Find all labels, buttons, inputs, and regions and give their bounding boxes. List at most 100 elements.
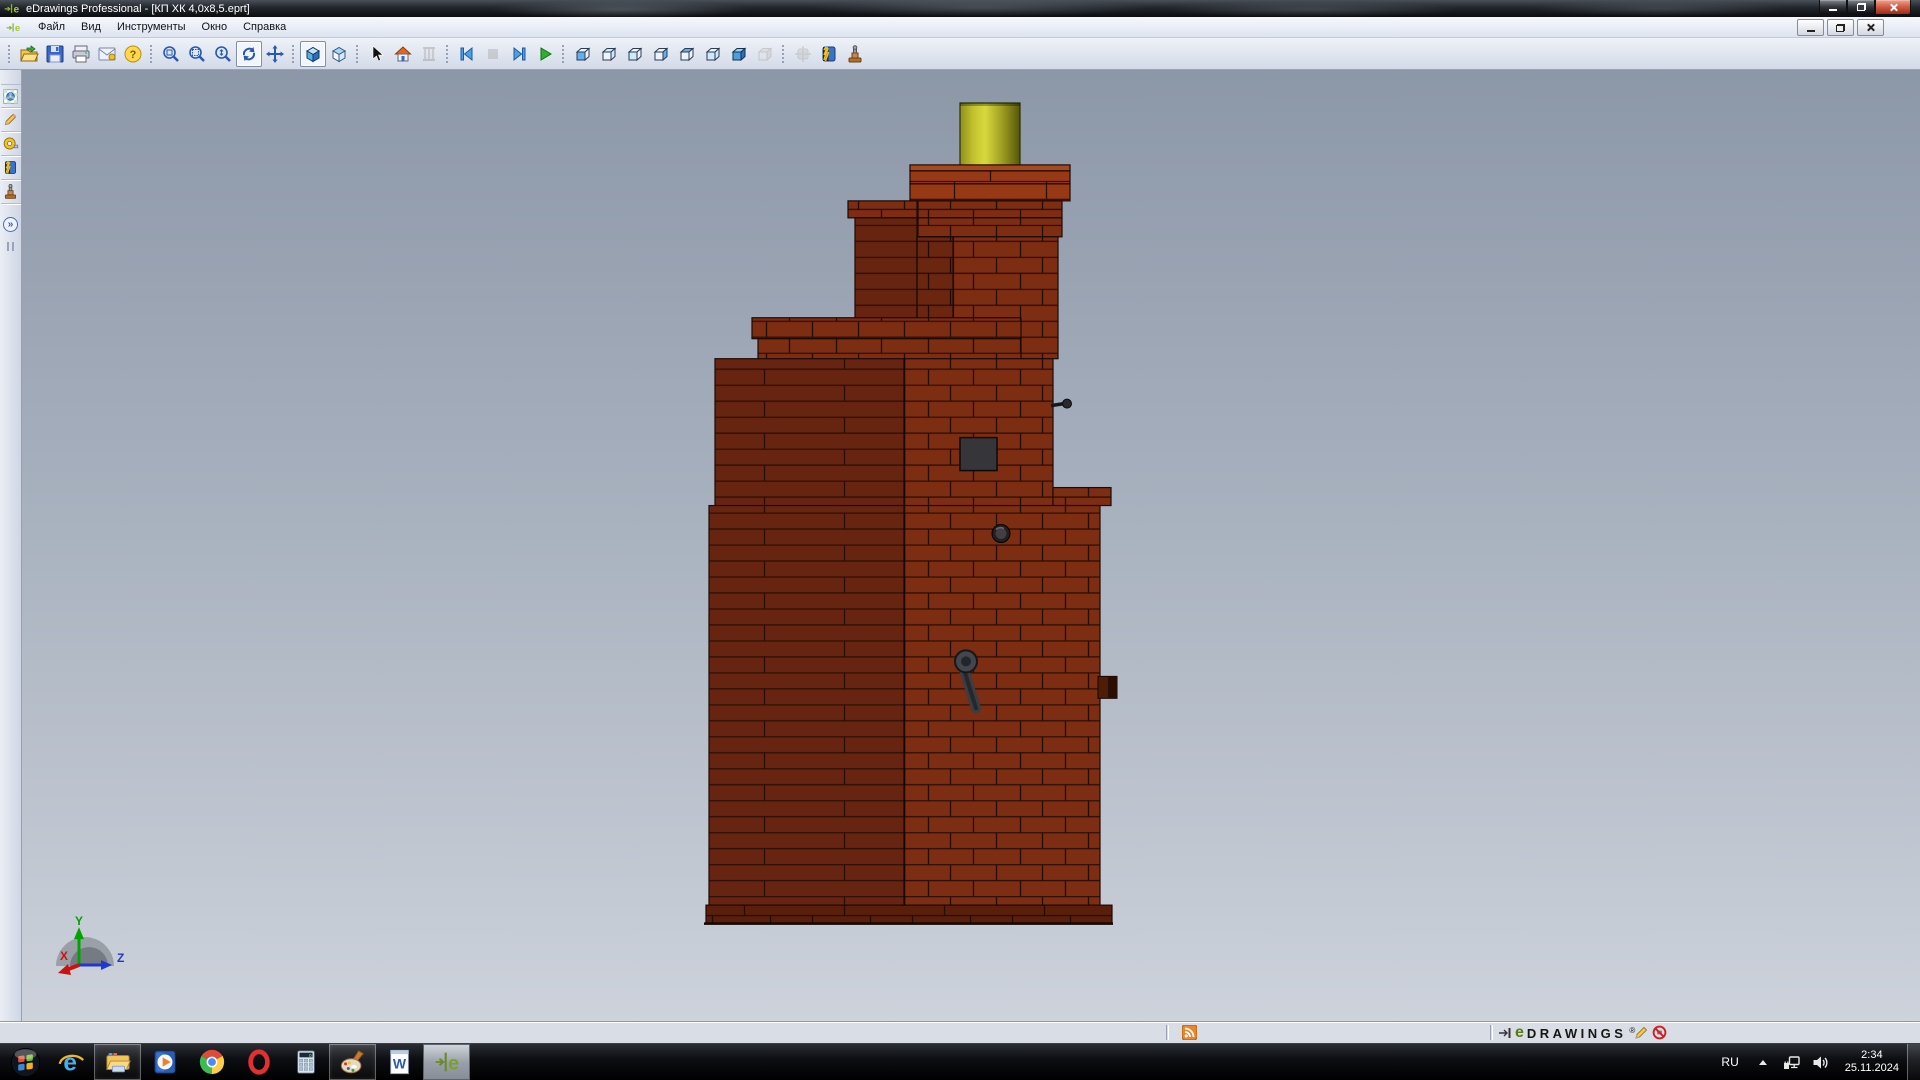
next-icon <box>509 44 529 64</box>
move-component-icon <box>793 44 813 64</box>
next-view-button[interactable] <box>506 41 532 67</box>
close-icon <box>1889 3 1898 12</box>
volume-icon[interactable] <box>1812 1055 1829 1070</box>
components-icon <box>2 88 19 105</box>
document-restore-button[interactable] <box>1827 19 1854 36</box>
no-markup-icon[interactable] <box>1652 1025 1667 1040</box>
home-view-button[interactable] <box>390 41 416 67</box>
status-bar: e DRAWINGS ® <box>0 1021 1920 1043</box>
help-icon: ? <box>123 44 143 64</box>
zoom-area-icon <box>187 44 207 64</box>
select-button[interactable] <box>364 41 390 67</box>
hidden-icons-arrow[interactable] <box>1759 1060 1767 1065</box>
network-icon[interactable] <box>1783 1055 1800 1070</box>
save-button[interactable] <box>42 41 68 67</box>
close-button[interactable] <box>1875 0 1911 15</box>
toolbar-grip[interactable] <box>7 43 12 65</box>
stamp-panel-button[interactable] <box>1 180 21 204</box>
taskbar-chrome[interactable] <box>188 1044 235 1080</box>
zoom-inout-button[interactable] <box>210 41 236 67</box>
section-icon <box>2 159 19 176</box>
taskbar-internet-explorer[interactable]: e <box>47 1044 94 1080</box>
open-folder-icon <box>19 44 39 64</box>
help-button[interactable]: ? <box>120 41 146 67</box>
stove-body <box>706 165 1112 923</box>
panel-grip[interactable] <box>7 242 14 251</box>
taskbar-word[interactable]: W <box>376 1044 423 1080</box>
previous-view-button[interactable] <box>454 41 480 67</box>
toolbar-grip[interactable] <box>561 43 566 65</box>
play-icon <box>535 44 555 64</box>
toolbar-grip[interactable] <box>445 43 450 65</box>
pencil-icon <box>2 111 19 128</box>
show-desktop-button[interactable] <box>1907 1044 1920 1080</box>
language-indicator[interactable]: RU <box>1711 1055 1748 1069</box>
toolbar-grip[interactable] <box>291 43 296 65</box>
menu-item-4[interactable]: Справка <box>235 18 294 36</box>
taskbar-edrawings[interactable]: e <box>423 1044 470 1080</box>
document-close-button[interactable] <box>1857 19 1884 36</box>
perspective-button[interactable] <box>752 41 778 67</box>
view-top-button[interactable] <box>674 41 700 67</box>
wireframe-cube-icon <box>329 44 349 64</box>
mass-properties-button[interactable] <box>416 41 442 67</box>
window-title: eDrawings Professional - [КП ХК 4,0x8,5.… <box>26 3 250 15</box>
start-button[interactable] <box>3 1044 47 1080</box>
view-back-button[interactable] <box>596 41 622 67</box>
document-minimize-button[interactable] <box>1797 19 1824 36</box>
menu-item-0[interactable]: Файл <box>30 18 73 36</box>
menu-item-1[interactable]: Вид <box>73 18 109 36</box>
view-right-button[interactable] <box>648 41 674 67</box>
send-button[interactable] <box>94 41 120 67</box>
pan-button[interactable] <box>262 41 288 67</box>
rotate-button[interactable] <box>236 41 262 67</box>
zoom-fit-button[interactable] <box>158 41 184 67</box>
feed-icon[interactable] <box>1182 1025 1197 1040</box>
calculator-icon: 0 <box>292 1048 320 1076</box>
system-tray: RU 2:34 25.11.2024 <box>1711 1044 1920 1080</box>
taskbar-windows-explorer[interactable] <box>94 1044 141 1080</box>
expand-panel-button[interactable]: » <box>3 217 18 232</box>
hidden-lines-button[interactable] <box>326 41 352 67</box>
svg-text:0: 0 <box>309 1053 312 1058</box>
document-icon: e <box>6 20 21 35</box>
cube-left-icon <box>625 44 645 64</box>
play-button[interactable] <box>532 41 558 67</box>
taskbar-paint[interactable] <box>329 1044 376 1080</box>
stamp-button[interactable] <box>842 41 868 67</box>
view-left-button[interactable] <box>622 41 648 67</box>
menu-item-3[interactable]: Окно <box>194 18 236 36</box>
move-component-button[interactable] <box>790 41 816 67</box>
triad-z-label: Z <box>117 951 124 965</box>
markup-pencil-icon[interactable] <box>1634 1025 1649 1040</box>
taskbar-media-player[interactable] <box>141 1044 188 1080</box>
print-button[interactable] <box>68 41 94 67</box>
stove-3d-model: Y Z X <box>22 71 1920 1021</box>
zoom-area-button[interactable] <box>184 41 210 67</box>
prev-icon <box>457 44 477 64</box>
components-panel-button[interactable] <box>1 84 21 108</box>
taskbar-calculator[interactable]: 0 <box>282 1044 329 1080</box>
viewport-canvas[interactable]: Y Z X <box>22 70 1920 1021</box>
toolbar-grip[interactable] <box>355 43 360 65</box>
view-front-button[interactable] <box>570 41 596 67</box>
measure-panel-button[interactable] <box>1 132 21 156</box>
open-button[interactable] <box>16 41 42 67</box>
cube-front-icon <box>573 44 593 64</box>
svg-text:?: ? <box>130 49 137 61</box>
taskbar-opera[interactable] <box>235 1044 282 1080</box>
minimize-button[interactable] <box>1819 0 1847 15</box>
clock[interactable]: 2:34 25.11.2024 <box>1845 1049 1899 1075</box>
shaded-button[interactable] <box>300 41 326 67</box>
view-bottom-button[interactable] <box>700 41 726 67</box>
toolbar-grip[interactable] <box>781 43 786 65</box>
menu-item-2[interactable]: Инструменты <box>109 18 194 36</box>
cursor-icon <box>367 44 387 64</box>
view-isometric-button[interactable] <box>726 41 752 67</box>
toolbar-grip[interactable] <box>149 43 154 65</box>
section-panel-button[interactable] <box>1 156 21 180</box>
section-button[interactable] <box>816 41 842 67</box>
stop-button[interactable] <box>480 41 506 67</box>
markup-panel-button[interactable] <box>1 108 21 132</box>
restore-button[interactable] <box>1847 0 1875 15</box>
